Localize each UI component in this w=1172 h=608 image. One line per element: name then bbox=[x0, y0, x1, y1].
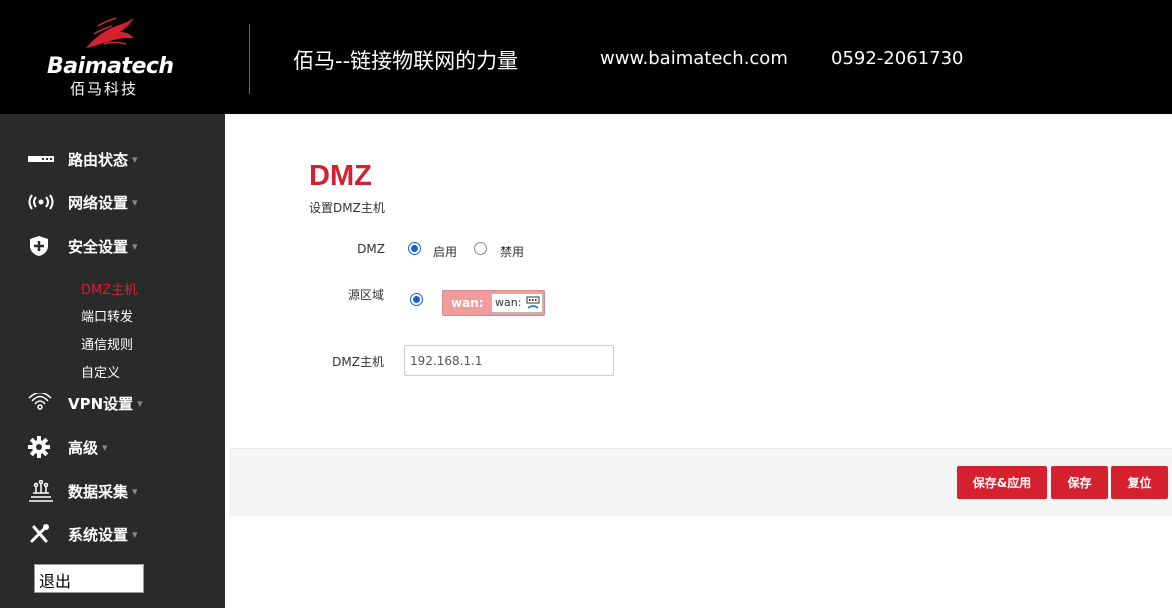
phone-text: 0592-2061730 bbox=[831, 48, 964, 69]
page-title: DMZ bbox=[309, 160, 372, 192]
website-text: www.baimatech.com bbox=[600, 48, 788, 69]
sidebar-item-label: 安全设置 bbox=[68, 237, 129, 256]
chevron-down-icon: ▾ bbox=[132, 484, 138, 498]
reset-button[interactable]: 复位 bbox=[1111, 466, 1168, 499]
sidebar-item-vpn[interactable]: VPN设置 ▾ bbox=[28, 390, 143, 416]
dmz-enable-label: 启用 bbox=[433, 245, 458, 259]
dmz-label: DMZ bbox=[357, 242, 385, 256]
chevron-down-icon: ▾ bbox=[132, 527, 138, 541]
chevron-down-icon: ▾ bbox=[102, 440, 108, 454]
tools-icon bbox=[28, 524, 56, 544]
network-port-icon bbox=[526, 296, 540, 309]
zone-interface-chip: wan: bbox=[491, 293, 543, 313]
slogan-text: 佰马--链接物联网的力量 bbox=[293, 49, 519, 73]
top-header: Baimatech 佰马科技 佰马--链接物联网的力量 www.baimatec… bbox=[0, 0, 1172, 114]
gear-icon bbox=[28, 436, 56, 458]
sidebar-item-label: 数据采集 bbox=[68, 482, 129, 501]
zone-name: wan: bbox=[451, 296, 484, 310]
submenu-dmz-host[interactable]: DMZ主机 bbox=[81, 279, 137, 298]
submenu-custom[interactable]: 自定义 bbox=[81, 362, 120, 381]
logo-text: Baimatech bbox=[47, 54, 174, 79]
sensor-icon bbox=[28, 480, 56, 502]
wireless-icon bbox=[28, 192, 56, 212]
zone-interface-text: wan: bbox=[495, 296, 522, 309]
sidebar-item-label: 路由状态 bbox=[68, 150, 129, 169]
chevron-down-icon: ▾ bbox=[137, 396, 143, 410]
dmz-enable-radio[interactable] bbox=[408, 242, 421, 255]
dmz-host-label: DMZ主机 bbox=[332, 355, 384, 369]
header-divider bbox=[249, 24, 250, 94]
wifi-arc-icon bbox=[28, 393, 56, 413]
sidebar-item-advanced[interactable]: 高级 ▾ bbox=[28, 434, 108, 460]
sidebar-item-data-collection[interactable]: 数据采集 ▾ bbox=[28, 478, 138, 504]
chevron-down-icon: ▾ bbox=[132, 239, 138, 253]
logout-button[interactable]: 退出 bbox=[34, 564, 144, 593]
submenu-port-forward[interactable]: 端口转发 bbox=[81, 306, 133, 325]
source-zone-radio[interactable] bbox=[410, 293, 423, 306]
dmz-host-input[interactable]: 192.168.1.1 bbox=[404, 345, 614, 376]
router-icon bbox=[28, 149, 56, 169]
source-zone-label: 源区域 bbox=[347, 288, 384, 302]
dmz-disable-label: 禁用 bbox=[500, 245, 525, 259]
sidebar-item-router-status[interactable]: 路由状态 ▾ bbox=[28, 146, 138, 172]
logo-subtext: 佰马科技 bbox=[70, 80, 139, 98]
sidebar-item-network[interactable]: 网络设置 ▾ bbox=[28, 189, 138, 215]
chevron-down-icon: ▾ bbox=[132, 152, 138, 166]
dmz-disable-radio[interactable] bbox=[474, 242, 487, 255]
save-apply-button[interactable]: 保存&应用 bbox=[957, 466, 1047, 499]
save-button[interactable]: 保存 bbox=[1051, 466, 1108, 499]
brand-logo: Baimatech 佰马科技 bbox=[40, 14, 174, 104]
chevron-down-icon: ▾ bbox=[132, 195, 138, 209]
sidebar-item-label: VPN设置 bbox=[68, 394, 134, 413]
submenu-traffic-rules[interactable]: 通信规则 bbox=[81, 334, 133, 353]
sidebar-item-label: 系统设置 bbox=[68, 525, 129, 544]
horse-logo-icon bbox=[86, 17, 134, 48]
sidebar-item-security[interactable]: 安全设置 ▾ bbox=[28, 233, 138, 259]
sidebar-item-system[interactable]: 系统设置 ▾ bbox=[28, 521, 138, 547]
sidebar-item-label: 网络设置 bbox=[68, 193, 129, 212]
zone-badge-wan[interactable]: wan: wan: bbox=[442, 290, 545, 316]
page-description: 设置DMZ主机 bbox=[309, 201, 385, 215]
shield-icon bbox=[28, 236, 56, 256]
sidebar-item-label: 高级 bbox=[68, 438, 99, 457]
